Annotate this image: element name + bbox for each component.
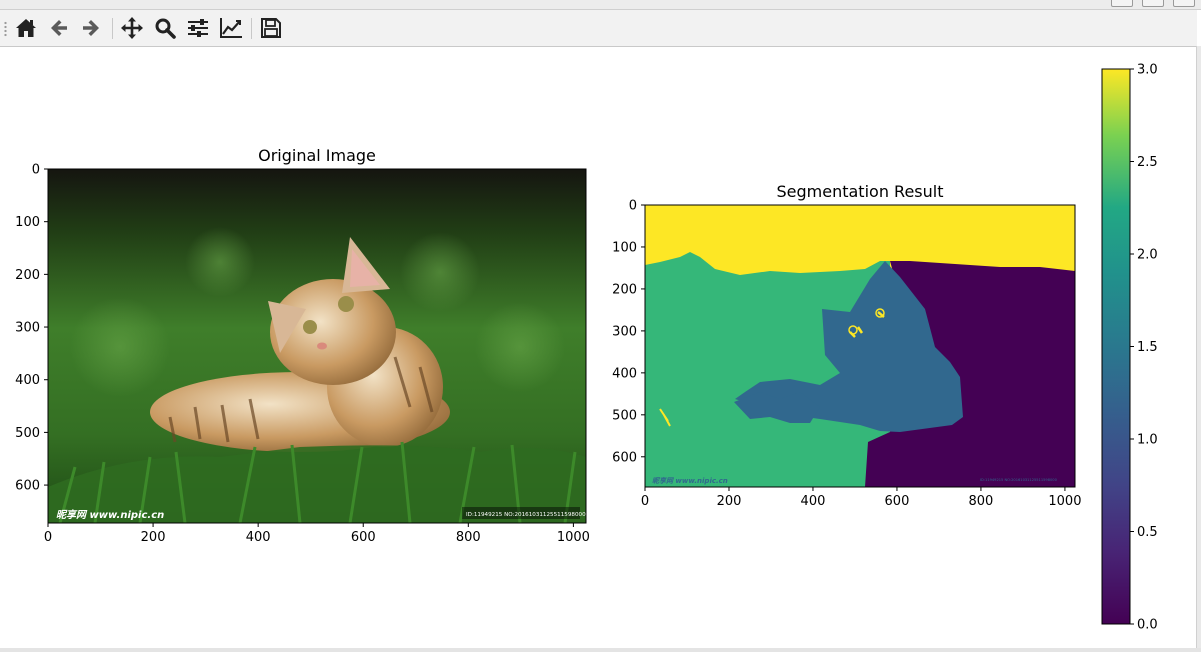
colorbar-tick-label: 2.5 bbox=[1137, 155, 1158, 170]
right-axes-ytick-label: 400 bbox=[612, 366, 637, 381]
left-axes-xtick-label: 0 bbox=[44, 530, 52, 545]
right-axes-xtick-label: 200 bbox=[717, 494, 742, 509]
right-axes-xtick-label: 0 bbox=[641, 494, 649, 509]
left-axes-ytick-label: 300 bbox=[15, 321, 40, 336]
segmentation-image: 昵享网 www.nipic.cn ID:11949215 NO:20161031… bbox=[645, 205, 1075, 487]
edit-axis-button[interactable] bbox=[216, 14, 246, 42]
colorbar-tick-label: 2.0 bbox=[1137, 248, 1158, 263]
left-axes-xtick-label: 800 bbox=[456, 530, 481, 545]
left-axes-ytick-label: 0 bbox=[32, 163, 40, 178]
right-watermark: ID:11949215 NO:20161031125511598000 bbox=[466, 512, 586, 518]
right-axes-xtick-label: 800 bbox=[969, 494, 994, 509]
configure-subplots-icon bbox=[187, 18, 209, 38]
home-button[interactable] bbox=[11, 14, 41, 42]
zoom-icon bbox=[154, 17, 176, 39]
right-axes-ytick-label: 200 bbox=[612, 282, 637, 297]
left-axes-xtick-label: 200 bbox=[141, 530, 166, 545]
seg-watermark-id: ID:11949215 NO:20161031125511598000 bbox=[980, 478, 1058, 482]
right-axes-xtick-label: 600 bbox=[885, 494, 910, 509]
left-y-ticks: 0 100 200 300 400 500 600 bbox=[15, 163, 48, 494]
maximize-button[interactable] bbox=[1142, 0, 1164, 7]
home-icon bbox=[15, 18, 37, 38]
navigation-toolbar bbox=[0, 10, 1197, 47]
left-axes-ytick-label: 100 bbox=[15, 215, 40, 230]
colorbar-tick-label: 0.5 bbox=[1137, 525, 1158, 540]
pan-icon bbox=[120, 16, 144, 40]
left-axes-ytick-label: 600 bbox=[15, 479, 40, 494]
colorbar-tick-label: 3.0 bbox=[1137, 63, 1158, 78]
colorbar-ticks: 0.0 0.5 1.0 1.5 2.0 2.5 3.0 bbox=[1130, 63, 1158, 633]
right-axes-ytick-label: 0 bbox=[629, 199, 637, 214]
zoom-button[interactable] bbox=[150, 14, 180, 42]
colorbar-tick-label: 0.0 bbox=[1137, 618, 1158, 633]
right-x-ticks: 0 200 400 600 800 1000 bbox=[641, 487, 1081, 509]
minimize-button[interactable] bbox=[1111, 0, 1133, 7]
window-right-edge bbox=[1196, 46, 1201, 652]
right-axes-xtick-label: 1000 bbox=[1048, 494, 1081, 509]
right-axes-ytick-label: 600 bbox=[612, 450, 637, 465]
original-image: 昵享网 www.nipic.cn ID:11949215 NO:20161031… bbox=[48, 169, 586, 523]
right-axes-title: Segmentation Result bbox=[777, 182, 944, 201]
left-axes-ytick-label: 200 bbox=[15, 268, 40, 283]
right-y-ticks: 0 100 200 300 400 500 600 bbox=[612, 199, 645, 465]
left-axes-xtick-label: 1000 bbox=[557, 530, 590, 545]
edit-axis-icon bbox=[219, 17, 243, 39]
toolbar-grip[interactable] bbox=[4, 21, 7, 37]
left-axes-title: Original Image bbox=[258, 146, 376, 165]
toolbar-separator bbox=[112, 18, 113, 39]
colorbar bbox=[1101, 68, 1131, 625]
forward-icon bbox=[81, 18, 101, 38]
pan-button[interactable] bbox=[117, 14, 147, 42]
back-icon bbox=[49, 18, 69, 38]
right-axes-ytick-label: 500 bbox=[612, 408, 637, 423]
left-axes-ytick-label: 400 bbox=[15, 373, 40, 388]
forward-button[interactable] bbox=[76, 14, 106, 42]
right-axes-ytick-label: 100 bbox=[612, 240, 637, 255]
right-axes-ytick-label: 300 bbox=[612, 324, 637, 339]
save-button[interactable] bbox=[256, 14, 286, 42]
colorbar-tick-label: 1.0 bbox=[1137, 433, 1158, 448]
figure-canvas[interactable]: Original Image 昵享网 www.nipic.cn ID:11949… bbox=[0, 47, 1197, 648]
toolbar-separator bbox=[251, 18, 252, 39]
right-axes-xtick-label: 400 bbox=[801, 494, 826, 509]
seg-watermark: 昵享网 www.nipic.cn bbox=[652, 476, 728, 485]
close-button[interactable] bbox=[1173, 0, 1195, 7]
left-x-ticks: 0 200 400 600 800 1000 bbox=[44, 523, 590, 545]
window-title-strip bbox=[0, 0, 1201, 10]
left-watermark: 昵享网 www.nipic.cn bbox=[56, 509, 164, 521]
left-axes-ytick-label: 500 bbox=[15, 426, 40, 441]
colorbar-tick-label: 1.5 bbox=[1137, 340, 1158, 355]
window-bottom-edge bbox=[0, 648, 1201, 652]
back-button[interactable] bbox=[44, 14, 74, 42]
configure-subplots-button[interactable] bbox=[183, 14, 213, 42]
save-icon bbox=[260, 17, 282, 39]
left-axes-xtick-label: 600 bbox=[351, 530, 376, 545]
left-axes-xtick-label: 400 bbox=[246, 530, 271, 545]
